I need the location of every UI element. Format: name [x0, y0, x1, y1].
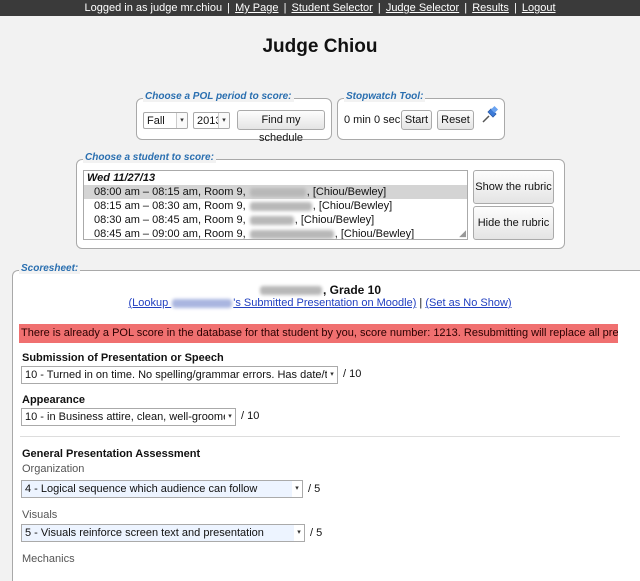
list-item-time: 08:45 am – 09:00 am, Room 9, — [94, 228, 246, 240]
show-rubric-button[interactable]: Show the rubric — [473, 170, 554, 204]
submission-score-value: 10 - Turned in on time. No spelling/gram… — [25, 369, 338, 381]
list-item-judges: , [Chiou/Bewley] — [334, 228, 415, 240]
list-item-time: 08:15 am – 08:30 am, Room 9, — [94, 200, 246, 212]
visuals-score-select[interactable]: 5 - Visuals reinforce screen text and pr… — [21, 524, 305, 542]
visuals-label: Visuals — [22, 509, 58, 521]
submission-out-of: / 10 — [343, 368, 362, 380]
organization-score-value: 4 - Logical sequence which audience can … — [25, 483, 258, 495]
organization-label: Organization — [22, 463, 85, 475]
chevron-down-icon: ▾ — [225, 409, 235, 425]
redacted-name — [249, 215, 294, 225]
list-item[interactable]: 08:00 am – 08:15 am, Room 9, , [Chiou/Be… — [84, 185, 467, 199]
nav-separator: | — [283, 2, 287, 14]
stopwatch-panel: Stopwatch Tool: 0 min 0 sec Start Reset — [337, 91, 505, 140]
list-item[interactable]: 08:45 am – 09:00 am, Room 9, , [Chiou/Be… — [84, 227, 467, 240]
nav-separator: | — [464, 2, 468, 14]
general-heading: General Presentation Assessment — [22, 448, 201, 460]
visuals-out-of: / 5 — [310, 527, 323, 539]
link-separator: | — [419, 297, 423, 309]
season-select[interactable]: Fall ▾ — [143, 112, 188, 129]
redacted-name — [249, 187, 306, 197]
student-grade: , Grade 10 — [322, 283, 382, 297]
divider — [20, 436, 620, 437]
list-group-header: Wed 11/27/13 — [87, 172, 156, 184]
nav-separator: | — [513, 2, 517, 14]
list-item-judges: , [Chiou/Bewley] — [294, 214, 375, 226]
top-nav-bar: Logged in as judge mr.chiou | My Page | … — [0, 0, 640, 16]
list-item-judges: , [Chiou/Bewley] — [312, 200, 393, 212]
hide-rubric-button[interactable]: Hide the rubric — [473, 206, 554, 240]
student-listbox[interactable]: Wed 11/27/13 08:00 am – 08:15 am, Room 9… — [83, 170, 468, 240]
scoresheet-legend: Scoresheet: — [19, 263, 81, 274]
chevron-down-icon: ▾ — [294, 525, 304, 541]
period-legend: Choose a POL period to score: — [143, 91, 294, 102]
logged-in-text: Logged in as judge mr.chiou — [84, 2, 223, 14]
lookup-links: (Lookup 's Submitted Presentation on Moo… — [0, 297, 640, 309]
chevron-down-icon: ▾ — [176, 113, 187, 128]
student-panel: Choose a student to score: Wed 11/27/13 … — [76, 152, 565, 249]
organization-out-of: / 5 — [308, 483, 321, 495]
list-item[interactable]: 08:15 am – 08:30 am, Room 9, , [Chiou/Be… — [84, 199, 467, 213]
existing-score-alert: There is already a POL score in the data… — [19, 324, 618, 343]
period-panel: Choose a POL period to score: Fall ▾ 201… — [136, 91, 332, 144]
redacted-name — [259, 286, 322, 296]
find-schedule-button[interactable]: Find my schedule — [237, 110, 325, 144]
chevron-down-icon: ▾ — [327, 367, 337, 383]
stopwatch-readout: 0 min 0 sec — [344, 114, 401, 126]
nav-link-judge-selector[interactable]: Judge Selector — [386, 2, 459, 14]
nav-link-student-selector[interactable]: Student Selector — [291, 2, 372, 14]
redacted-name — [172, 298, 233, 308]
organization-score-select[interactable]: 4 - Logical sequence which audience can … — [21, 480, 303, 498]
chevron-down-icon: ▾ — [218, 113, 229, 128]
start-button[interactable]: Start — [401, 110, 432, 130]
reset-button[interactable]: Reset — [437, 110, 474, 130]
appearance-score-value: 10 - in Business attire, clean, well-gro… — [25, 411, 236, 423]
submission-heading: Submission of Presentation or Speech — [22, 352, 224, 364]
page-title: Judge Chiou — [262, 36, 378, 57]
appearance-score-select[interactable]: 10 - in Business attire, clean, well-gro… — [21, 408, 236, 426]
resize-grip-icon[interactable]: ◢ — [459, 229, 466, 238]
year-select[interactable]: 2013 ▾ — [193, 112, 230, 129]
set-no-show-link[interactable]: (Set as No Show) — [425, 297, 511, 309]
mechanics-label: Mechanics — [22, 553, 75, 565]
stopwatch-legend: Stopwatch Tool: — [344, 91, 426, 102]
nav-separator: | — [227, 2, 231, 14]
appearance-out-of: / 10 — [241, 410, 260, 422]
list-item-judges: , [Chiou/Bewley] — [306, 186, 387, 198]
student-legend: Choose a student to score: — [83, 152, 216, 163]
student-heading: , Grade 10 — [0, 283, 640, 297]
nav-link-results[interactable]: Results — [472, 2, 509, 14]
season-select-value: Fall — [147, 115, 165, 127]
redacted-name — [249, 229, 334, 239]
pin-icon[interactable] — [480, 105, 500, 125]
nav-separator: | — [377, 2, 381, 14]
list-item[interactable]: 08:30 am – 08:45 am, Room 9, , [Chiou/Be… — [84, 213, 467, 227]
list-item-time: 08:00 am – 08:15 am, Room 9, — [94, 186, 246, 198]
submission-score-select[interactable]: 10 - Turned in on time. No spelling/gram… — [21, 366, 338, 384]
nav-link-my-page[interactable]: My Page — [235, 2, 278, 14]
redacted-name — [249, 201, 312, 211]
nav-link-logout[interactable]: Logout — [522, 2, 556, 14]
list-item-time: 08:30 am – 08:45 am, Room 9, — [94, 214, 246, 226]
appearance-heading: Appearance — [22, 394, 85, 406]
visuals-score-value: 5 - Visuals reinforce screen text and pr… — [25, 527, 264, 539]
chevron-down-icon: ▾ — [292, 481, 302, 497]
moodle-lookup-link[interactable]: (Lookup 's Submitted Presentation on Moo… — [128, 297, 416, 309]
